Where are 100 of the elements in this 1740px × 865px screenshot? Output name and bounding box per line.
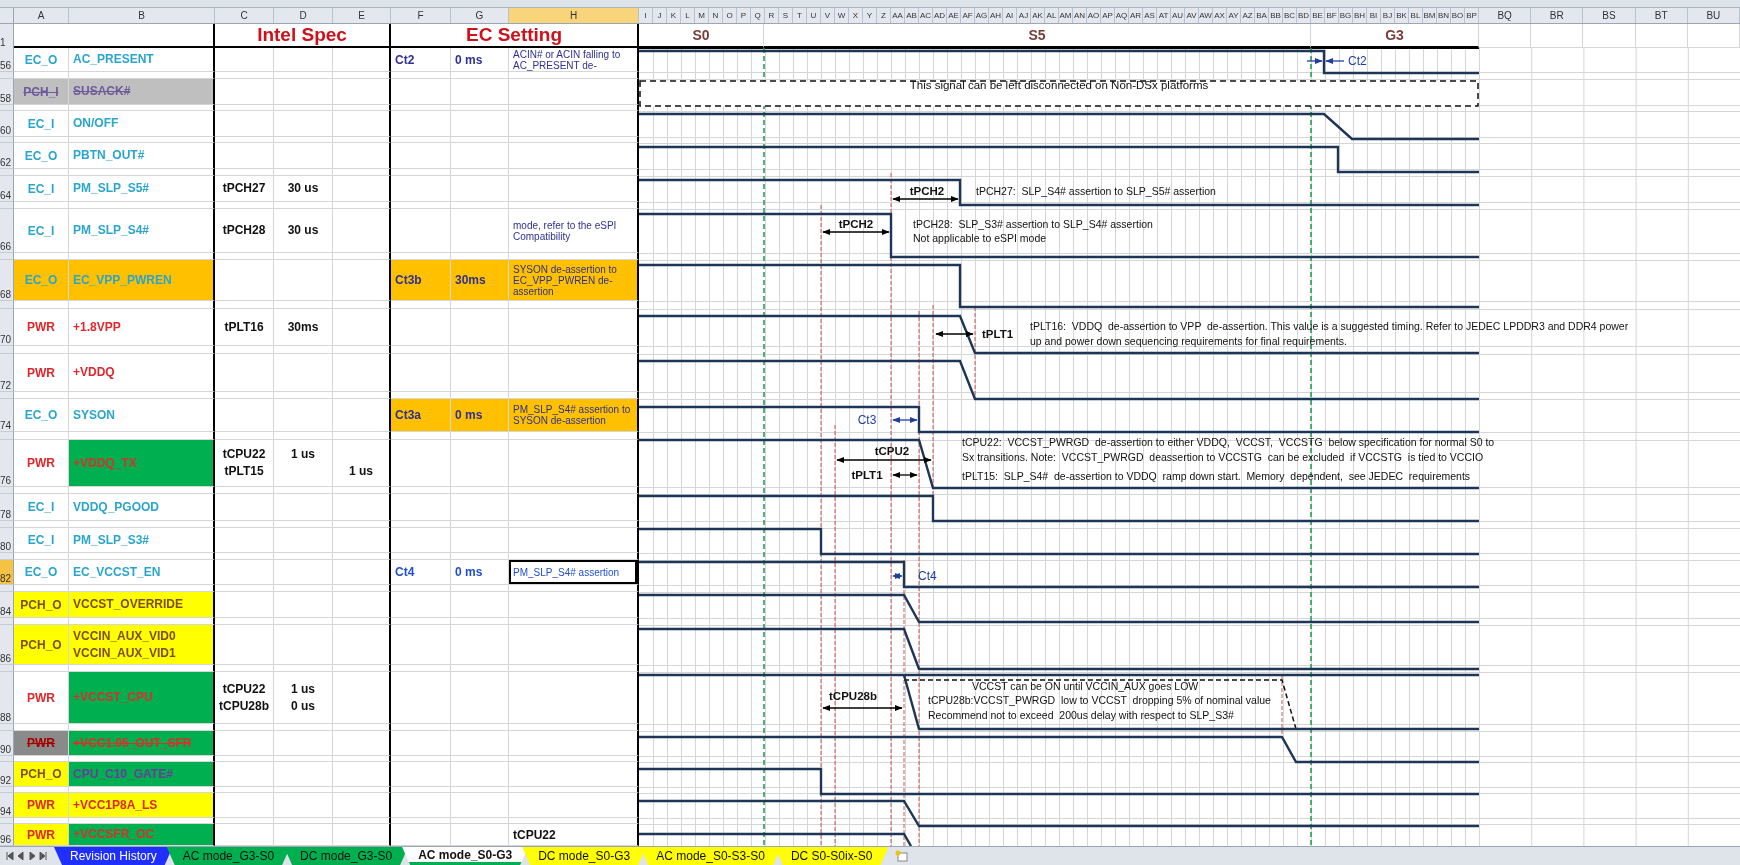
column-header[interactable]: AK (1031, 8, 1045, 23)
column-header[interactable]: W (835, 8, 849, 23)
row-header[interactable] (0, 487, 14, 494)
row-header[interactable] (0, 585, 14, 592)
row-number[interactable]: 78 (0, 494, 14, 521)
column-header[interactable]: R (765, 8, 779, 23)
column-header[interactable]: BM (1423, 8, 1437, 23)
column-header[interactable]: AS (1143, 8, 1157, 23)
column-header[interactable]: BF (1325, 8, 1339, 23)
row-number[interactable]: 62 (0, 143, 14, 169)
column-header[interactable]: BE (1311, 8, 1325, 23)
row-header[interactable] (0, 301, 14, 309)
row-header[interactable] (0, 665, 14, 672)
column-header[interactable]: S (779, 8, 793, 23)
row-number[interactable]: 80 (0, 528, 14, 553)
row-number[interactable]: 76 (0, 440, 14, 487)
column-header[interactable]: AP (1101, 8, 1115, 23)
column-header[interactable]: AB (905, 8, 919, 23)
row-number[interactable]: 88 (0, 672, 14, 724)
column-header[interactable]: AA (891, 8, 905, 23)
column-header[interactable]: AF (961, 8, 975, 23)
row-number[interactable]: 90 (0, 731, 14, 756)
row-number[interactable]: 92 (0, 762, 14, 787)
column-header[interactable]: BT (1635, 8, 1688, 23)
row-number[interactable]: 60 (0, 111, 14, 137)
column-header[interactable]: I (639, 8, 653, 23)
row-header[interactable] (0, 169, 14, 176)
column-header[interactable]: AY (1227, 8, 1241, 23)
column-header[interactable]: X (849, 8, 863, 23)
column-header[interactable]: AR (1129, 8, 1143, 23)
row-header[interactable] (0, 787, 14, 793)
row-number[interactable]: 1 (0, 24, 14, 48)
column-header[interactable]: AN (1073, 8, 1087, 23)
column-header[interactable]: BO (1451, 8, 1465, 23)
row-header[interactable] (0, 202, 14, 209)
column-header[interactable]: AT (1157, 8, 1171, 23)
row-number[interactable]: 84 (0, 592, 14, 618)
column-header[interactable]: BP (1465, 8, 1479, 23)
column-header[interactable]: K (667, 8, 681, 23)
column-header[interactable]: T (793, 8, 807, 23)
row-number[interactable]: 56 (0, 48, 14, 72)
column-header[interactable]: B (69, 8, 215, 23)
column-header[interactable]: BD (1297, 8, 1311, 23)
column-header[interactable]: BQ (1479, 8, 1532, 23)
column-header[interactable]: BJ (1381, 8, 1395, 23)
column-header[interactable]: AC (919, 8, 933, 23)
row-number[interactable]: 70 (0, 309, 14, 346)
row-number[interactable]: 86 (0, 625, 14, 665)
row-header[interactable] (0, 818, 14, 824)
row-header[interactable] (0, 432, 14, 440)
column-header[interactable]: AL (1045, 8, 1059, 23)
row-header[interactable] (0, 72, 14, 79)
row-header[interactable] (0, 105, 14, 111)
row-header[interactable] (0, 724, 14, 731)
row-number[interactable]: 64 (0, 176, 14, 202)
column-header[interactable]: O (723, 8, 737, 23)
column-header[interactable]: AM (1059, 8, 1073, 23)
column-header[interactable]: A (14, 8, 69, 23)
column-header[interactable]: AQ (1115, 8, 1129, 23)
row-header[interactable] (0, 521, 14, 528)
column-header[interactable]: J (653, 8, 667, 23)
column-header[interactable]: AV (1185, 8, 1199, 23)
column-header[interactable]: P (737, 8, 751, 23)
row-header[interactable] (0, 253, 14, 260)
row-header[interactable] (0, 392, 14, 399)
column-header[interactable]: C (215, 8, 274, 23)
column-header[interactable]: V (821, 8, 835, 23)
column-header[interactable]: M (695, 8, 709, 23)
row-header[interactable] (0, 553, 14, 560)
row-number[interactable]: 58 (0, 79, 14, 105)
column-header[interactable]: AI (1003, 8, 1017, 23)
row-number[interactable]: 68 (0, 260, 14, 301)
column-header[interactable]: N (709, 8, 723, 23)
column-header[interactable]: BH (1353, 8, 1367, 23)
column-header[interactable]: AO (1087, 8, 1101, 23)
column-header[interactable]: AG (975, 8, 989, 23)
column-header[interactable]: AJ (1017, 8, 1031, 23)
column-header[interactable]: AD (933, 8, 947, 23)
column-header[interactable]: D (274, 8, 333, 23)
row-number[interactable]: 96 (0, 824, 14, 846)
row-number[interactable]: 72 (0, 354, 14, 392)
column-header[interactable]: BN (1437, 8, 1451, 23)
column-header[interactable]: AX (1213, 8, 1227, 23)
column-header[interactable]: BR (1531, 8, 1584, 23)
column-header[interactable]: BS (1583, 8, 1636, 23)
column-header[interactable]: AZ (1241, 8, 1255, 23)
column-header[interactable]: Y (863, 8, 877, 23)
row-number[interactable]: 66 (0, 209, 14, 253)
row-header[interactable] (0, 618, 14, 625)
column-header[interactable]: BG (1339, 8, 1353, 23)
column-header[interactable]: AW (1199, 8, 1213, 23)
column-header[interactable]: BI (1367, 8, 1381, 23)
row-number[interactable]: 74 (0, 399, 14, 432)
row-header[interactable] (0, 346, 14, 354)
column-header[interactable]: U (807, 8, 821, 23)
row-number[interactable]: 82 (0, 560, 14, 585)
column-header[interactable]: BA (1255, 8, 1269, 23)
column-header[interactable]: E (333, 8, 391, 23)
column-header[interactable]: AU (1171, 8, 1185, 23)
row-header[interactable] (0, 756, 14, 762)
